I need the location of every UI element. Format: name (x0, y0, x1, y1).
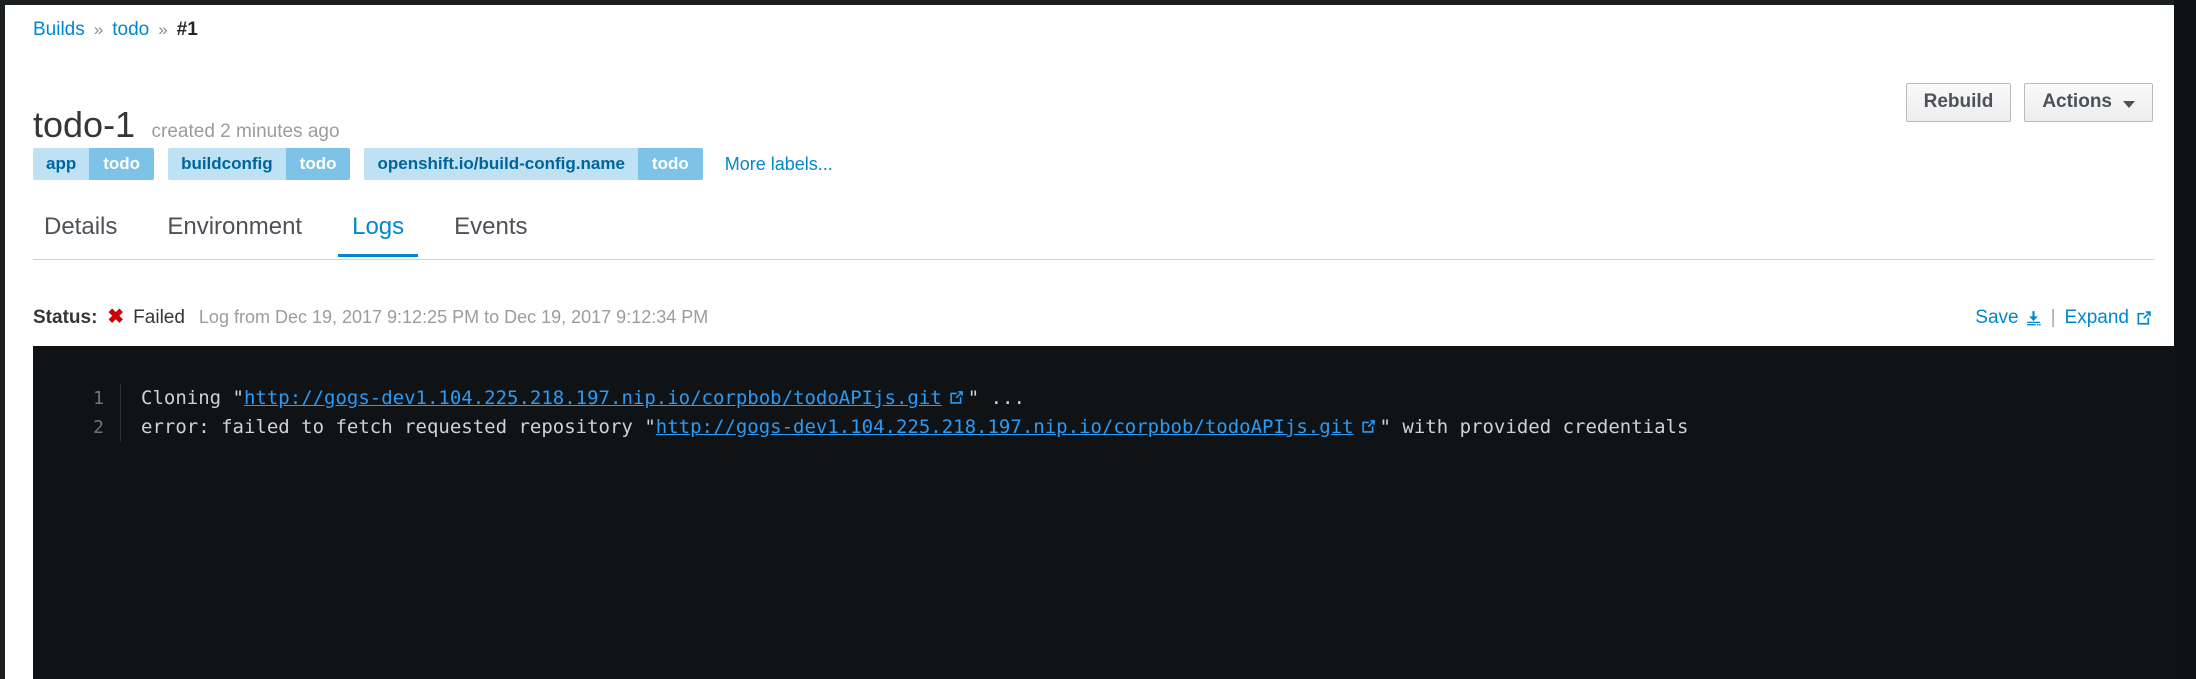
label-badge[interactable]: app todo (33, 148, 155, 180)
breadcrumb-separator: » (93, 20, 104, 39)
times-circle-icon: ✖ (107, 306, 125, 328)
status-group: Status: ✖ Failed Log from Dec 19, 2017 9… (33, 307, 708, 329)
log-link[interactable]: http://gogs-dev1.104.225.218.197.nip.io/… (656, 416, 1354, 438)
rebuild-button-label: Rebuild (1923, 91, 1994, 112)
status-label: Status: (33, 307, 98, 328)
tab-events[interactable]: Events (438, 212, 543, 256)
header-actions: Rebuild Actions (1905, 83, 2153, 122)
external-link-icon (948, 389, 965, 406)
tab-logs[interactable]: Logs (336, 212, 420, 257)
breadcrumb-item-todo[interactable]: todo (112, 19, 149, 40)
expand-log-link[interactable]: Expand (2065, 307, 2153, 329)
breadcrumb: Builds » todo » #1 (33, 18, 198, 42)
log-segment-text: error: failed to fetch requested reposit… (141, 416, 656, 438)
window-chrome-right (2174, 0, 2196, 679)
external-link-icon (2135, 309, 2153, 327)
tab-environment[interactable]: Environment (151, 212, 318, 256)
status-badge: Failed (133, 307, 185, 328)
log-segment-text: " with provided credentials (1379, 416, 1689, 438)
chevron-down-icon (2123, 100, 2135, 108)
log-segment-text: Cloning " (141, 387, 244, 409)
tools-divider: | (2050, 307, 2056, 328)
expand-log-label: Expand (2064, 307, 2129, 328)
log-line: 2 error: failed to fetch requested repos… (33, 413, 2174, 442)
log-line: 1 Cloning "http://gogs-dev1.104.225.218.… (33, 384, 2174, 413)
labels-row: app todo buildconfig todo openshift.io/b… (33, 148, 833, 180)
build-detail-page: Builds » todo » #1 todo-1 created 2 minutes … (5, 5, 2174, 679)
log-link[interactable]: http://gogs-dev1.104.225.218.197.nip.io/… (244, 387, 942, 409)
actions-dropdown-button[interactable]: Actions (2024, 83, 2153, 122)
label-value: todo (285, 148, 351, 180)
label-value: todo (89, 148, 155, 180)
actions-button-label: Actions (2042, 91, 2112, 112)
download-icon (2025, 310, 2042, 327)
label-badge[interactable]: openshift.io/build-config.name todo (364, 148, 703, 180)
breadcrumb-item-current: #1 (176, 19, 198, 40)
log-segment-text: " ... (967, 387, 1025, 409)
breadcrumb-separator: » (158, 20, 168, 39)
label-badge[interactable]: buildconfig todo (168, 148, 351, 180)
log-line-number: 1 (33, 384, 121, 413)
label-key: buildconfig (168, 148, 286, 180)
save-log-link[interactable]: Save (1975, 307, 2041, 329)
log-status-bar: Status: ✖ Failed Log from Dec 19, 2017 9… (33, 307, 2153, 333)
tab-bar: Details Environment Logs Events (33, 212, 2154, 260)
page-header: todo-1 created 2 minutes ago (33, 81, 2154, 145)
rebuild-button[interactable]: Rebuild (1905, 83, 2012, 122)
log-time-range: Log from Dec 19, 2017 9:12:25 PM to Dec … (198, 307, 709, 327)
log-tools: Save | Expand (1975, 307, 2153, 329)
log-line-text: error: failed to fetch requested reposit… (121, 413, 1688, 442)
log-line-number: 2 (33, 413, 121, 442)
external-link-icon (1360, 418, 1377, 435)
breadcrumb-item-builds[interactable]: Builds (33, 19, 85, 40)
more-labels-link[interactable]: More labels... (725, 154, 833, 175)
log-line-text: Cloning "http://gogs-dev1.104.225.218.19… (121, 384, 1025, 413)
save-log-label: Save (1975, 307, 2019, 328)
page-subtitle: created 2 minutes ago (151, 121, 340, 143)
page-title: todo-1 (33, 104, 136, 146)
tab-details[interactable]: Details (28, 212, 133, 256)
label-key: app (33, 148, 90, 180)
label-key: openshift.io/build-config.name (364, 148, 638, 180)
log-lines: 1 Cloning "http://gogs-dev1.104.225.218.… (33, 346, 2174, 442)
label-value: todo (637, 148, 703, 180)
build-log-panel[interactable]: 1 Cloning "http://gogs-dev1.104.225.218.… (33, 346, 2174, 679)
